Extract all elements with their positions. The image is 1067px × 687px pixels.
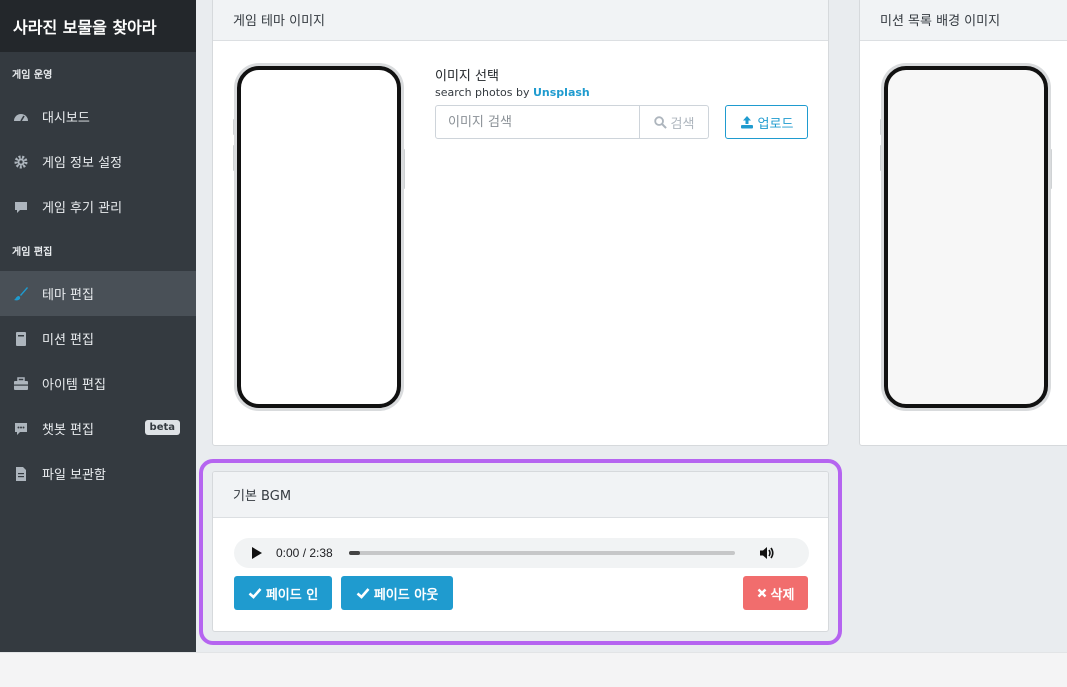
unsplash-link[interactable]: Unsplash xyxy=(533,86,590,99)
dashboard-icon xyxy=(12,108,30,126)
search-icon xyxy=(653,115,667,129)
mission-phone-preview xyxy=(884,66,1048,408)
sidebar-item-mission-edit[interactable]: 미션 편집 xyxy=(0,316,196,361)
card-title: 게임 테마 이미지 xyxy=(213,0,828,41)
phone-side-button xyxy=(880,119,883,135)
phone-side-button xyxy=(880,145,883,171)
search-button[interactable]: 검색 xyxy=(640,105,709,139)
sidebar-item-label: 챗봇 편집 xyxy=(42,423,94,438)
phone-side-button xyxy=(233,119,236,135)
sidebar-item-label: 게임 정보 설정 xyxy=(42,156,123,171)
brush-icon xyxy=(12,285,30,303)
footer xyxy=(0,652,1067,687)
toolbox-icon xyxy=(12,375,30,393)
card-title: 미션 목록 배경 이미지 xyxy=(860,0,1067,41)
bgm-highlight-outline xyxy=(199,459,842,645)
app-title[interactable]: 사라진 보물을 찾아라 xyxy=(0,0,196,52)
sidebar-item-label: 게임 후기 관리 xyxy=(42,201,123,216)
sidebar-item-label: 파일 보관함 xyxy=(42,468,106,483)
beta-badge: beta xyxy=(144,420,180,435)
image-select-label: 이미지 선택 xyxy=(435,69,499,84)
book-icon xyxy=(12,330,30,348)
theme-phone-preview xyxy=(237,66,401,408)
sidebar: 사라진 보물을 찾아라 게임 운영 대시보드 게임 정보 설정 게임 후기 관리… xyxy=(0,0,196,652)
sidebar-item-item-edit[interactable]: 아이템 편집 xyxy=(0,361,196,406)
chat-icon xyxy=(12,420,30,438)
sidebar-item-reviews[interactable]: 게임 후기 관리 xyxy=(0,184,196,229)
section-header-operation: 게임 운영 xyxy=(12,69,53,81)
phone-side-button xyxy=(1049,149,1052,189)
sidebar-item-file-storage[interactable]: 파일 보관함 xyxy=(0,451,196,496)
comment-icon xyxy=(12,198,30,216)
sidebar-item-label: 미션 편집 xyxy=(42,333,94,348)
file-icon xyxy=(12,465,30,483)
image-search-input[interactable] xyxy=(435,105,640,139)
sidebar-item-game-settings[interactable]: 게임 정보 설정 xyxy=(0,139,196,184)
phone-side-button xyxy=(233,145,236,171)
sidebar-item-label: 아이템 편집 xyxy=(42,378,106,393)
gear-icon xyxy=(12,153,30,171)
sidebar-item-dashboard[interactable]: 대시보드 xyxy=(0,94,196,139)
sidebar-item-label: 대시보드 xyxy=(42,111,90,126)
sidebar-item-label: 테마 편집 xyxy=(42,288,94,303)
section-header-editing: 게임 편집 xyxy=(12,246,53,258)
upload-button[interactable]: 업로드 xyxy=(725,105,808,139)
theme-image-card: 게임 테마 이미지 이미지 선택 search photos by Unspla… xyxy=(212,0,829,446)
sidebar-item-chatbot-edit[interactable]: 챗봇 편집 beta xyxy=(0,406,196,451)
upload-icon xyxy=(740,116,753,129)
phone-side-button xyxy=(402,149,405,189)
sidebar-item-theme-edit[interactable]: 테마 편집 xyxy=(0,271,196,316)
mission-background-card: 미션 목록 배경 이미지 xyxy=(859,0,1067,446)
image-select-subtitle: search photos by Unsplash xyxy=(435,86,590,99)
